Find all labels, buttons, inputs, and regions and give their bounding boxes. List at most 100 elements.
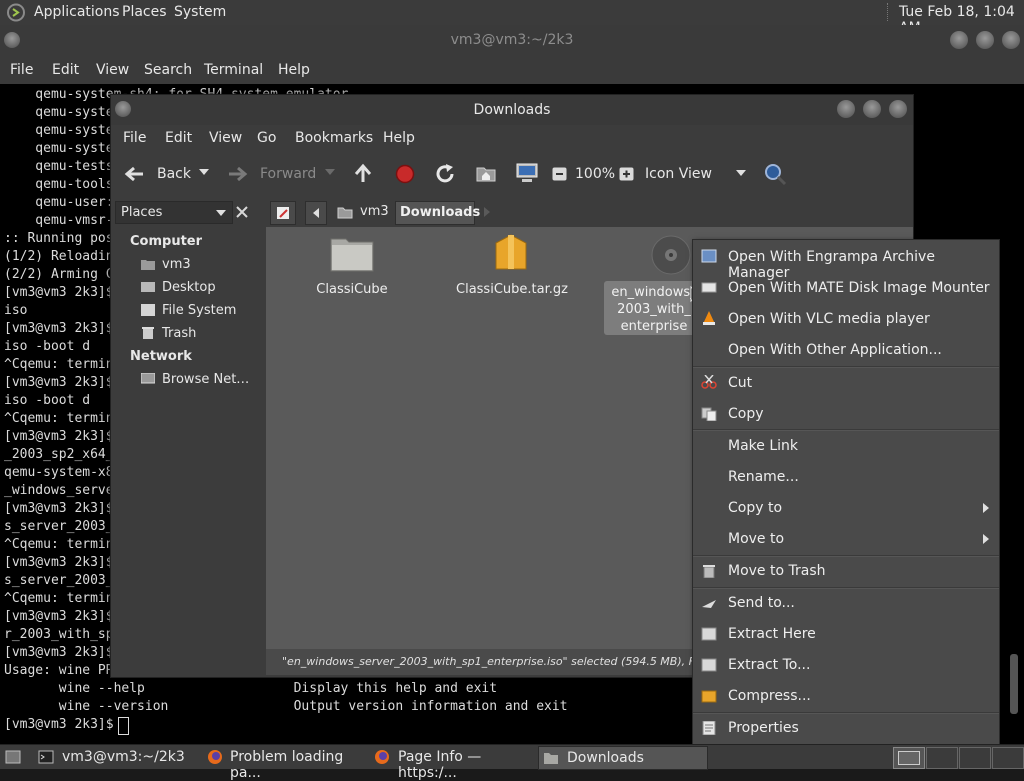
terminal-menu-edit[interactable]: Edit <box>52 62 79 78</box>
taskbar-label: Page Info — https:/... <box>398 749 482 781</box>
show-desktop-icon[interactable] <box>5 750 21 764</box>
taskbar-item-downloads[interactable]: Downloads <box>538 746 708 770</box>
sidebar: Computer vm3 Desktop File System Trash N… <box>111 227 261 675</box>
workspace-1[interactable] <box>893 747 925 769</box>
zoom-in-icon[interactable] <box>619 167 634 181</box>
system-menu[interactable]: System <box>174 4 226 20</box>
location-toggle-button[interactable] <box>270 201 296 225</box>
filesystem-icon <box>141 304 155 316</box>
applications-menu[interactable]: Applications <box>34 4 120 20</box>
menu-item-label: Open With Other Application... <box>728 342 942 358</box>
forward-arrow-icon[interactable] <box>227 164 249 184</box>
sidebar-item-filesystem[interactable]: File System <box>162 303 236 318</box>
workspace-3[interactable] <box>959 747 991 769</box>
fm-menubar: File Edit View Go Bookmarks Help <box>111 125 913 151</box>
mate-logo-icon[interactable] <box>6 3 26 22</box>
back-arrow-icon[interactable] <box>123 164 145 184</box>
menu-item-open-vlc[interactable]: Open With VLC media player <box>693 303 999 334</box>
close-button[interactable] <box>889 100 907 118</box>
terminal-line: wine --version Output version informatio… <box>4 699 568 714</box>
fm-titlebar[interactable]: Downloads <box>111 95 913 125</box>
path-button-vm3[interactable]: vm3 <box>333 201 393 223</box>
workspace-2[interactable] <box>926 747 958 769</box>
maximize-button[interactable] <box>863 100 881 118</box>
fm-pathbar: Places vm3 Downloads <box>111 197 913 227</box>
menu-item-move-to[interactable]: Move to <box>693 524 999 555</box>
menu-item-cut[interactable]: Cut <box>693 368 999 399</box>
menu-item-rename[interactable]: Rename... <box>693 462 999 493</box>
path-scroll-left[interactable] <box>305 201 327 225</box>
sidebar-item-desktop[interactable]: Desktop <box>162 280 216 295</box>
path-button-downloads[interactable]: Downloads <box>395 201 480 225</box>
up-arrow-icon[interactable] <box>353 162 373 184</box>
menu-item-label: Properties <box>728 720 799 736</box>
zoom-out-icon[interactable] <box>552 167 567 181</box>
chevron-right-icon[interactable] <box>483 207 491 217</box>
places-selector-label: Places <box>121 205 163 220</box>
terminal-titlebar[interactable]: vm3@vm3:~/2k3 <box>0 25 1024 56</box>
minimize-button[interactable] <box>950 31 968 49</box>
zoom-level[interactable]: 100% <box>575 166 615 182</box>
fm-menu-help[interactable]: Help <box>383 130 415 146</box>
file-item-iso-selected[interactable]: en_windows_ 2003_with_ enterprise <box>604 231 704 335</box>
top-panel: Applications Places System Tue Feb 18, 1… <box>0 0 1024 36</box>
file-name: enterprise <box>620 319 688 334</box>
menu-item-extract-to[interactable]: Extract To... <box>693 651 999 682</box>
forward-button[interactable]: Forward <box>260 166 316 182</box>
menu-item-make-link[interactable]: Make Link <box>693 431 999 462</box>
menu-item-extract-here[interactable]: Extract Here <box>693 620 999 651</box>
sidebar-item-vm3[interactable]: vm3 <box>162 257 191 272</box>
reload-icon[interactable] <box>435 163 457 185</box>
close-button[interactable] <box>1002 31 1020 49</box>
terminal-line: ^Cqemu: termin <box>4 591 114 606</box>
file-item-classicube[interactable]: ClassiCube <box>302 233 402 303</box>
chevron-down-icon[interactable] <box>199 169 209 177</box>
taskbar-item-terminal[interactable]: vm3@vm3:~/2k3 <box>30 746 195 768</box>
workspace-4[interactable] <box>992 747 1024 769</box>
terminal-line: [vm3@vm3 2k3]$ <box>4 285 114 300</box>
terminal-menu-file[interactable]: File <box>10 62 33 78</box>
terminal-menu-search[interactable]: Search <box>144 62 192 78</box>
menu-item-move-to-trash[interactable]: Move to Trash <box>693 557 999 588</box>
sidebar-item-trash[interactable]: Trash <box>162 326 196 341</box>
menu-item-properties[interactable]: Properties <box>693 714 999 745</box>
places-menu[interactable]: Places <box>122 4 167 20</box>
chevron-down-icon[interactable] <box>736 170 746 177</box>
fm-menu-file[interactable]: File <box>123 130 146 146</box>
menu-item-open-other[interactable]: Open With Other Application... <box>693 334 999 365</box>
terminal-menu-terminal[interactable]: Terminal <box>204 62 263 78</box>
terminal-line: s_server_2003_ <box>4 573 114 588</box>
maximize-button[interactable] <box>976 31 994 49</box>
places-selector[interactable]: Places <box>115 201 233 224</box>
view-mode-select[interactable]: Icon View <box>645 166 712 182</box>
menu-item-open-engrampa[interactable]: Open With Engrampa Archive Manager <box>693 241 999 281</box>
terminal-menu-view[interactable]: View <box>96 62 129 78</box>
fm-menu-go[interactable]: Go <box>257 130 276 146</box>
terminal-menu-help[interactable]: Help <box>278 62 310 78</box>
menu-item-open-disk-mounter[interactable]: Open With MATE Disk Image Mounter <box>693 272 999 303</box>
minimize-button[interactable] <box>837 100 855 118</box>
menu-item-label: Move to <box>728 531 785 547</box>
stop-icon[interactable] <box>395 164 415 184</box>
fm-menu-edit[interactable]: Edit <box>165 130 192 146</box>
search-icon[interactable] <box>763 162 787 186</box>
menu-item-copy-to[interactable]: Copy to <box>693 493 999 524</box>
menu-item-compress[interactable]: Compress... <box>693 682 999 713</box>
close-sidebar-icon[interactable] <box>235 205 249 219</box>
taskbar-item-firefox-2[interactable]: Page Info — https:/... <box>370 746 536 781</box>
home-folder-icon[interactable] <box>475 163 497 183</box>
menu-item-send-to[interactable]: Send to... <box>693 589 999 620</box>
chevron-down-icon[interactable] <box>325 169 335 177</box>
folder-icon <box>330 238 374 272</box>
computer-icon[interactable] <box>515 162 539 184</box>
fm-menu-view[interactable]: View <box>209 130 242 146</box>
archive-icon <box>495 234 527 270</box>
menu-item-label: Open With MATE Disk Image Mounter <box>728 280 990 296</box>
menu-item-copy[interactable]: Copy <box>693 399 999 430</box>
taskbar-item-firefox-1[interactable]: Problem loading pa... <box>199 746 367 781</box>
back-button[interactable]: Back <box>157 166 191 182</box>
fm-menu-bookmarks[interactable]: Bookmarks <box>295 130 373 146</box>
file-item-classicube-tar[interactable]: ClassiCube.tar.gz <box>456 233 568 303</box>
terminal-scrollbar[interactable] <box>1010 654 1018 714</box>
sidebar-item-browse-network[interactable]: Browse Net… <box>162 372 249 387</box>
